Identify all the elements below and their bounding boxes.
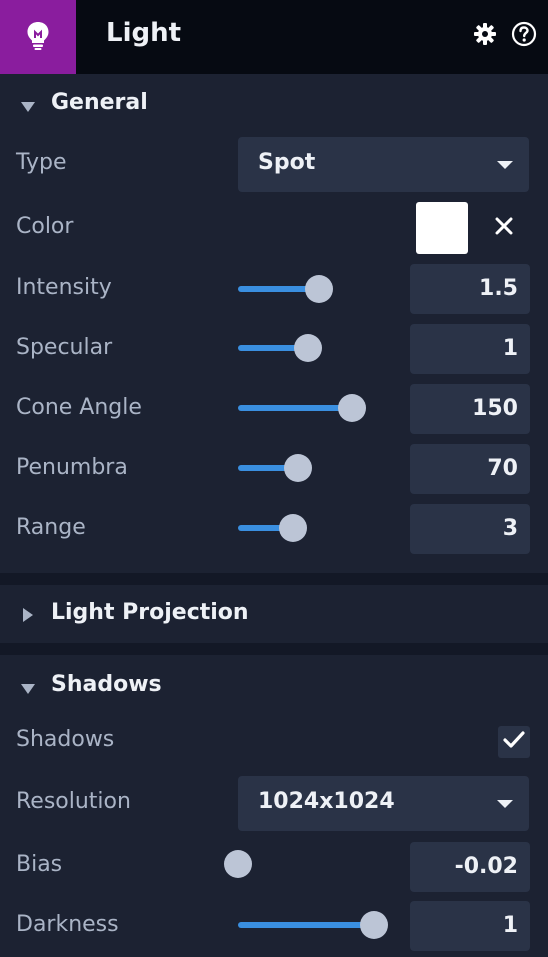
section-general-title: General	[51, 90, 148, 115]
darkness-field[interactable]: 1	[410, 901, 530, 951]
resolution-label: Resolution	[16, 789, 131, 814]
penumbra-value: 70	[487, 456, 518, 481]
caret-right-icon	[22, 607, 34, 627]
bias-field[interactable]: -0.02	[410, 842, 530, 892]
close-icon	[494, 216, 514, 240]
lightbulb-icon	[25, 20, 51, 54]
intensity-value: 1.5	[479, 276, 518, 301]
type-value: Spot	[258, 150, 316, 175]
specular-field[interactable]: 1	[410, 324, 530, 374]
slider-fill	[238, 922, 374, 928]
darkness-slider[interactable]	[238, 910, 388, 940]
color-label: Color	[16, 214, 74, 239]
panel-header: Light	[0, 0, 548, 74]
slider-thumb[interactable]	[284, 454, 313, 482]
cone-angle-value: 150	[472, 396, 518, 421]
shadows-enabled-label: Shadows	[16, 727, 115, 752]
specular-slider[interactable]	[238, 333, 388, 363]
checkmark-icon	[502, 730, 526, 754]
darkness-label: Darkness	[16, 912, 119, 937]
cone-angle-field[interactable]: 150	[410, 384, 530, 434]
penumbra-label: Penumbra	[16, 455, 128, 480]
help-button[interactable]	[510, 21, 538, 51]
section-shadows-header[interactable]: Shadows	[0, 655, 548, 715]
slider-thumb[interactable]	[279, 514, 308, 542]
section-light-projection-title: Light Projection	[51, 600, 249, 625]
resolution-value: 1024x1024	[258, 789, 395, 814]
panel-title: Light	[106, 18, 182, 48]
slider-thumb[interactable]	[338, 394, 367, 422]
help-icon	[511, 21, 537, 51]
slider-thumb[interactable]	[224, 850, 252, 878]
resolution-dropdown[interactable]: 1024x1024	[238, 776, 529, 831]
shadows-checkbox[interactable]	[498, 726, 530, 758]
range-field[interactable]: 3	[410, 504, 530, 554]
specular-label: Specular	[16, 335, 113, 360]
section-general-header[interactable]: General	[0, 74, 548, 136]
clear-color-button[interactable]	[490, 214, 518, 242]
light-component-badge	[0, 0, 76, 74]
specular-value: 1	[502, 336, 518, 361]
type-label: Type	[16, 150, 67, 175]
section-shadows-title: Shadows	[51, 672, 162, 697]
settings-button[interactable]	[471, 22, 499, 50]
intensity-field[interactable]: 1.5	[410, 264, 530, 314]
caret-down-icon	[20, 680, 36, 699]
penumbra-field[interactable]: 70	[410, 444, 530, 494]
cone-angle-label: Cone Angle	[16, 395, 142, 420]
chevron-down-icon	[497, 800, 513, 808]
slider-thumb[interactable]	[360, 911, 388, 939]
slider-thumb[interactable]	[305, 275, 334, 303]
slider-fill	[238, 405, 353, 411]
slider-thumb[interactable]	[294, 334, 323, 362]
gear-icon	[473, 22, 497, 50]
penumbra-slider[interactable]	[238, 453, 388, 483]
intensity-label: Intensity	[16, 275, 112, 300]
section-divider	[0, 643, 548, 655]
intensity-slider[interactable]	[238, 274, 388, 304]
range-slider[interactable]	[238, 513, 388, 543]
range-value: 3	[502, 516, 518, 541]
caret-down-icon	[20, 98, 36, 117]
section-divider	[0, 573, 548, 585]
cone-angle-slider[interactable]	[238, 393, 388, 423]
chevron-down-icon	[497, 161, 513, 169]
bias-value: -0.02	[454, 854, 518, 879]
range-label: Range	[16, 515, 86, 540]
bias-label: Bias	[16, 852, 63, 877]
bias-slider[interactable]	[224, 849, 374, 879]
darkness-value: 1	[502, 913, 518, 938]
type-dropdown[interactable]: Spot	[238, 137, 529, 192]
color-swatch[interactable]	[416, 202, 468, 254]
section-light-projection-header[interactable]: Light Projection	[0, 585, 548, 643]
